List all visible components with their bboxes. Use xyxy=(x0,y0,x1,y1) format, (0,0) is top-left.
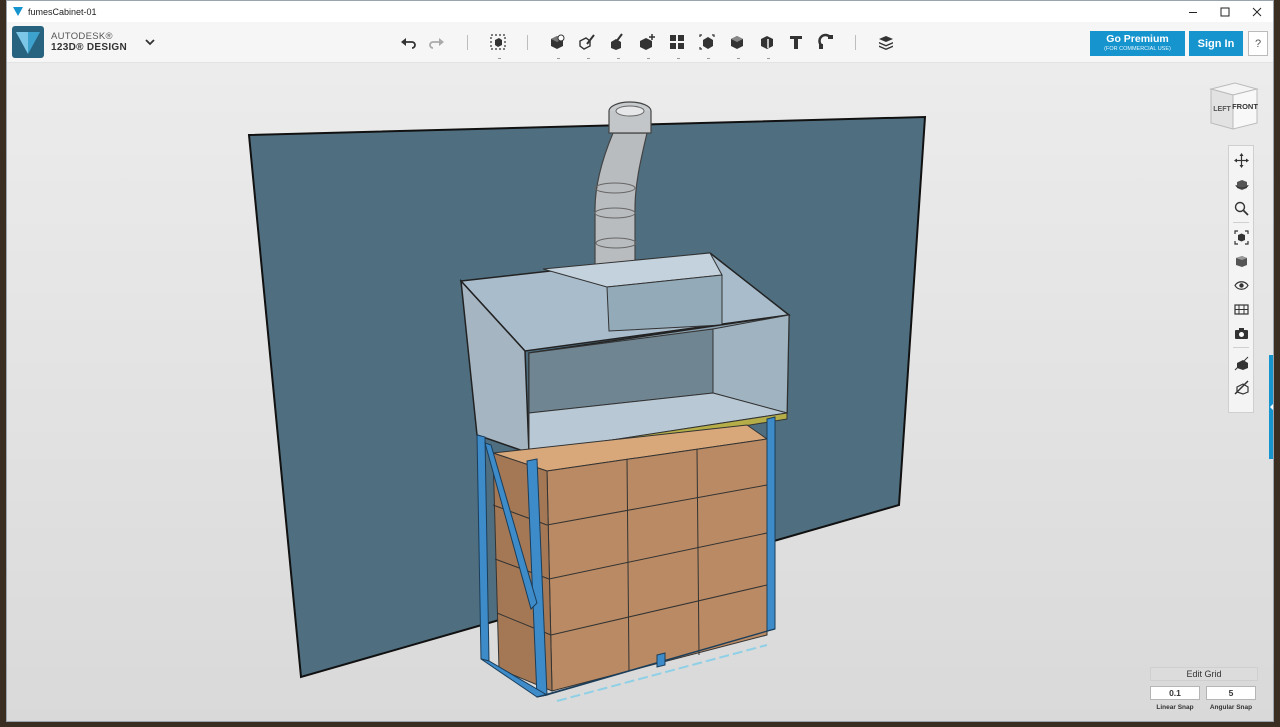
orbit-button[interactable] xyxy=(1231,174,1251,194)
transform-icon xyxy=(490,34,506,50)
orbit-icon xyxy=(1235,179,1248,190)
primitives-icon xyxy=(551,34,565,49)
sketch-button[interactable] xyxy=(575,30,599,59)
modify-icon xyxy=(640,34,655,50)
minimize-button[interactable] xyxy=(1177,1,1209,22)
primitives-button[interactable] xyxy=(545,30,569,59)
redo-icon xyxy=(429,38,444,49)
pattern-icon xyxy=(670,35,684,49)
title-bar: fumesCabinet-01 xyxy=(7,1,1273,22)
screenshot-button[interactable] xyxy=(1231,323,1251,343)
pan-icon xyxy=(1233,152,1249,168)
close-icon xyxy=(1252,7,1262,16)
go-premium-button[interactable]: Go Premium (FOR COMMERCIAL USE) xyxy=(1090,31,1185,56)
group-icon xyxy=(699,34,715,50)
redo-button[interactable] xyxy=(425,30,449,54)
chevron-left-icon xyxy=(1270,404,1273,410)
app-window: fumesCabinet-01 AUTODESK® 123D® DESIGN G… xyxy=(6,0,1274,722)
group-button[interactable] xyxy=(695,30,719,59)
materials-button[interactable] xyxy=(1231,299,1251,319)
app-logo-icon xyxy=(13,7,23,16)
side-panel-tab[interactable] xyxy=(1269,355,1273,459)
camera-icon xyxy=(1234,327,1248,339)
snap-button[interactable] xyxy=(814,30,838,54)
autodesk-logo-icon xyxy=(12,26,44,58)
navigation-bar xyxy=(1228,145,1254,413)
grid-panel: Edit Grid 0.1 5 Linear Snap Angular Snap xyxy=(1150,667,1258,717)
angular-snap-label: Angular Snap xyxy=(1209,704,1253,711)
fit-button[interactable] xyxy=(1231,227,1251,247)
maximize-button[interactable] xyxy=(1209,1,1241,22)
views-icon xyxy=(1235,255,1247,267)
go-premium-label: Go Premium xyxy=(1106,33,1169,45)
sketch-icon xyxy=(579,34,595,50)
visibility-button[interactable] xyxy=(1231,275,1251,295)
angular-snap-input[interactable]: 5 xyxy=(1206,686,1256,700)
view-cube-front-face[interactable]: FRONT xyxy=(1232,102,1258,111)
view-cube[interactable]: LEFT FRONT xyxy=(1205,79,1261,133)
modify-button[interactable] xyxy=(635,30,659,59)
snap-icon xyxy=(818,33,833,49)
transform-button[interactable] xyxy=(486,30,510,59)
construct-button[interactable] xyxy=(605,30,629,59)
text-icon xyxy=(790,36,802,49)
main-toolbar: AUTODESK® 123D® DESIGN Go Premium (FOR C… xyxy=(7,22,1273,63)
window-title: fumesCabinet-01 xyxy=(28,6,97,17)
visibility-icon xyxy=(1233,280,1249,290)
view-cube-left-face[interactable]: LEFT xyxy=(1213,106,1231,113)
material-icon xyxy=(879,36,893,50)
fit-icon xyxy=(1233,229,1249,245)
app-menu-button[interactable]: AUTODESK® 123D® DESIGN xyxy=(12,26,127,58)
grid-hide-icon xyxy=(1233,379,1249,395)
grid-icon xyxy=(1234,356,1248,370)
text-button[interactable] xyxy=(784,30,808,54)
zoom-icon xyxy=(1234,201,1249,216)
grid-hide-button[interactable] xyxy=(1231,377,1251,397)
minimize-icon xyxy=(1189,11,1197,13)
combine-button[interactable] xyxy=(725,30,749,59)
3d-viewport[interactable]: LEFT FRONT Edit Grid 0.1 5 Linear Snap A… xyxy=(7,63,1274,722)
linear-snap-input[interactable]: 0.1 xyxy=(1150,686,1200,700)
pan-button[interactable] xyxy=(1231,150,1251,170)
material-button[interactable] xyxy=(874,30,898,54)
edit-grid-button[interactable]: Edit Grid xyxy=(1150,667,1258,681)
undo-icon xyxy=(401,38,416,49)
measure-button[interactable] xyxy=(755,30,779,59)
materials-icon xyxy=(1233,303,1249,315)
pattern-button[interactable] xyxy=(665,30,689,59)
linear-snap-label: Linear Snap xyxy=(1156,704,1194,711)
close-button[interactable] xyxy=(1241,1,1273,22)
grid-toggle-button[interactable] xyxy=(1231,353,1251,373)
measure-icon xyxy=(761,36,773,49)
scene-canvas[interactable] xyxy=(7,63,1274,722)
go-premium-sublabel: (FOR COMMERCIAL USE) xyxy=(1104,46,1171,52)
construct-icon xyxy=(611,33,623,50)
views-button[interactable] xyxy=(1231,251,1251,271)
chevron-down-icon[interactable] xyxy=(143,36,157,48)
sign-in-button[interactable]: Sign In xyxy=(1189,31,1243,56)
zoom-button[interactable] xyxy=(1231,198,1251,218)
maximize-icon xyxy=(1220,7,1230,16)
help-button[interactable]: ? xyxy=(1248,31,1268,56)
undo-button[interactable] xyxy=(396,30,420,54)
combine-icon xyxy=(731,36,743,49)
brand-line-2: 123D® DESIGN xyxy=(51,42,127,53)
brand-line-1: AUTODESK® xyxy=(51,31,113,42)
